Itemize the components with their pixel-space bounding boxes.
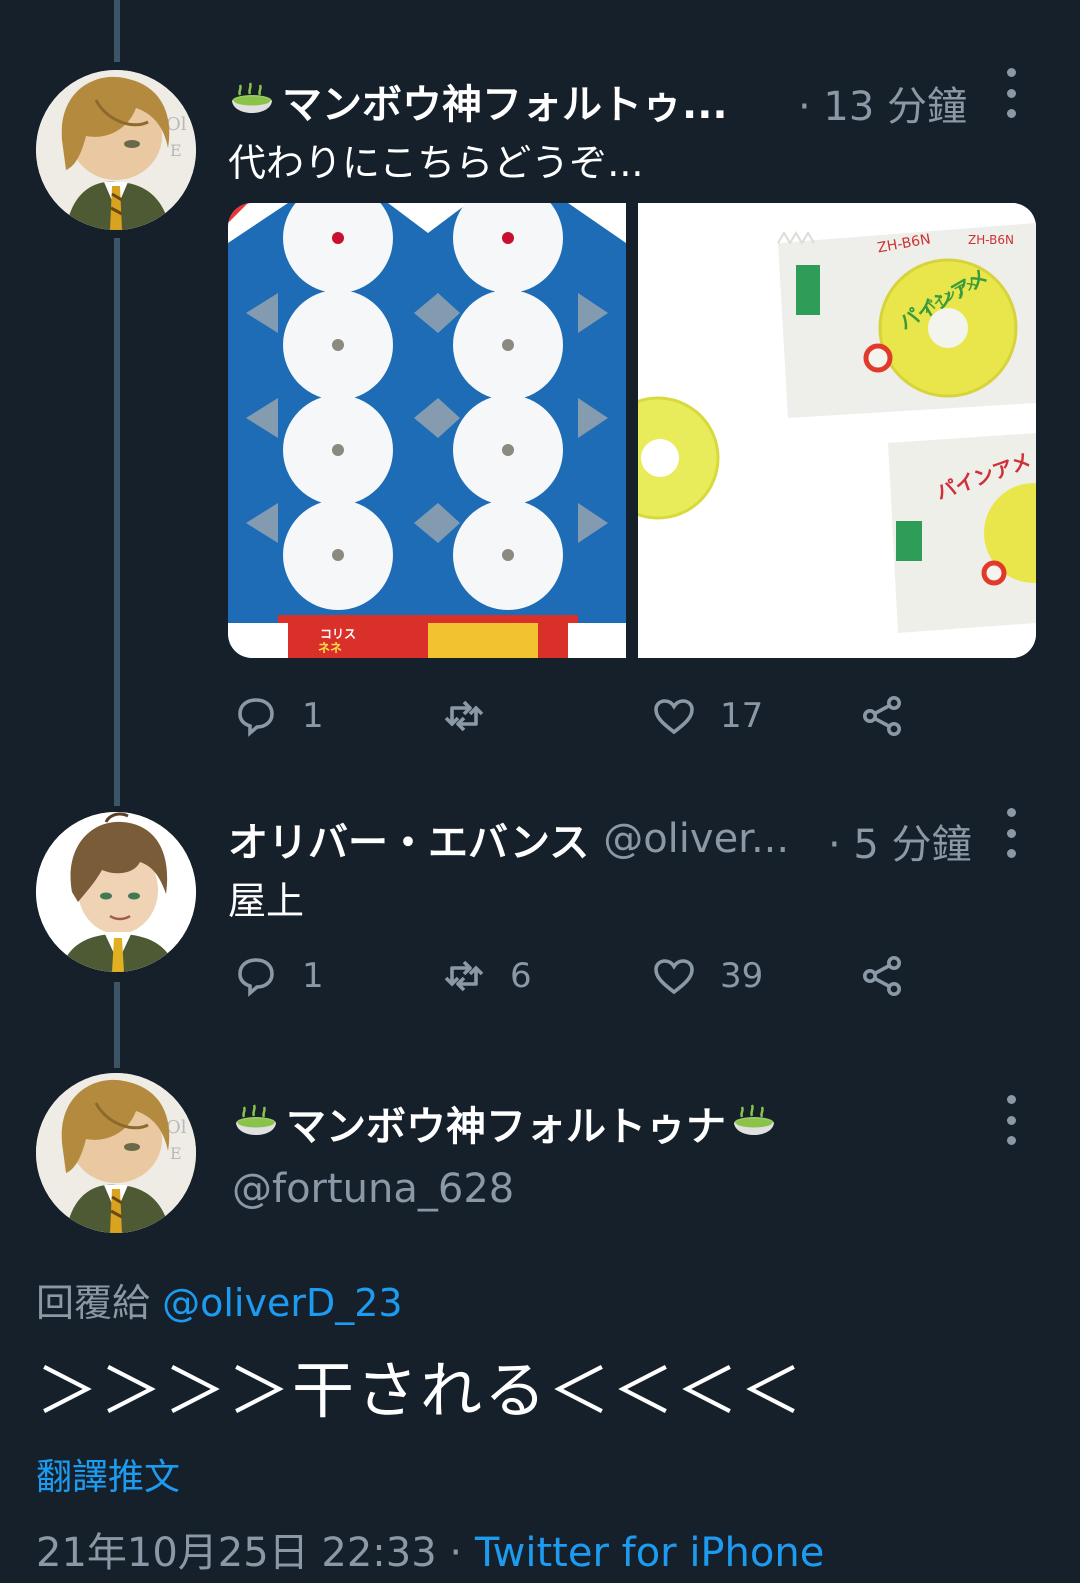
thread-line-top (114, 0, 120, 62)
reply-count: 1 (302, 956, 324, 996)
like-button[interactable]: 39 (650, 952, 763, 1000)
tweet-time[interactable]: · 5 分鐘 (828, 812, 972, 870)
tweet-text: 代わりにこちらどうぞ... (228, 141, 644, 185)
reply-to-handle-link[interactable]: @oliverD_23 (162, 1281, 402, 1325)
tweet-time[interactable]: · 13 分鐘 (798, 74, 967, 132)
pack-label-2: ネネ (318, 641, 343, 655)
like-count: 17 (720, 696, 764, 736)
svg-text:E: E (170, 141, 182, 160)
candy-pack-image[interactable]: コリス ネネ (228, 203, 626, 658)
tweet-author-name[interactable]: マンボウ神フォルトゥ... (228, 72, 728, 130)
avatar[interactable]: Ol E (36, 1073, 196, 1233)
reply-button[interactable]: 1 (232, 692, 324, 740)
reply-icon (238, 958, 274, 997)
retweet-count: 6 (510, 956, 532, 996)
retweet-button[interactable]: 6 (440, 952, 532, 1000)
retweet-icon (444, 700, 484, 732)
matcha-tea-icon (228, 81, 276, 121)
like-count: 39 (720, 956, 764, 996)
reply-icon (238, 698, 274, 737)
tweet-text: 屋上 (228, 879, 305, 923)
translate-tweet-link[interactable]: 翻譯推文 (36, 1448, 180, 1500)
display-name[interactable]: マンボウ神フォルトゥ... (282, 72, 728, 130)
reply-count: 1 (302, 696, 324, 736)
more-options-icon[interactable] (1001, 68, 1021, 118)
tweet-author-name[interactable]: マンボウ神フォルトゥナ (232, 1094, 784, 1152)
author-handle[interactable]: @oliver... (603, 816, 789, 862)
main-tweet-text: ＞＞＞＞干される＜＜＜＜ (36, 1354, 805, 1427)
thread-line-1 (114, 238, 120, 806)
share-icon (863, 956, 901, 996)
svg-text:E: E (170, 1144, 182, 1163)
pineapple-candy-image[interactable]: パインアメ パインアメ ZH-B6N ZH-B6N パインアメ (638, 203, 1036, 658)
product-code-label: ZH-B6N (968, 233, 1014, 247)
author-handle[interactable]: @fortuna_628 (232, 1166, 514, 1212)
tweet-media[interactable]: コリス ネネ パインアメ パインアメ ZH-B6N ZH-B6N パインアメ (228, 203, 1036, 658)
more-options-icon[interactable] (1001, 808, 1021, 858)
retweet-icon (444, 960, 484, 992)
reply-to-label: 回覆給 (36, 1281, 151, 1325)
like-button[interactable]: 17 (650, 692, 763, 740)
reply-button[interactable]: 1 (232, 952, 324, 1000)
retweet-button[interactable] (440, 692, 510, 740)
avatar[interactable] (36, 812, 196, 972)
timestamp-text: 21年10月25日 22:33 · (36, 1530, 475, 1576)
tweet-author-name[interactable]: オリバー・エバンス @oliver... (228, 810, 789, 868)
avatar[interactable]: Ol E (36, 70, 196, 230)
tweet-timestamp: 21年10月25日 22:33 · Twitter for iPhone (36, 1520, 824, 1578)
tweet-thread-page: Ol E マンボウ神フォルトゥ... · 13 分鐘 代わりにこちらどうぞ... (0, 0, 1080, 1583)
share-button[interactable] (858, 692, 906, 740)
matcha-tea-icon (730, 1103, 778, 1143)
matcha-tea-icon (232, 1103, 280, 1143)
display-name[interactable]: マンボウ神フォルトゥナ (286, 1094, 726, 1152)
heart-icon (654, 699, 694, 735)
more-options-icon[interactable] (1001, 1095, 1021, 1145)
reply-to-line: 回覆給 @oliverD_23 (36, 1272, 403, 1327)
thread-line-2 (114, 982, 120, 1068)
heart-icon (654, 959, 694, 995)
share-icon (863, 696, 901, 736)
source-app-link[interactable]: Twitter for iPhone (475, 1530, 825, 1576)
share-button[interactable] (858, 952, 906, 1000)
display-name[interactable]: オリバー・エバンス (228, 810, 589, 868)
